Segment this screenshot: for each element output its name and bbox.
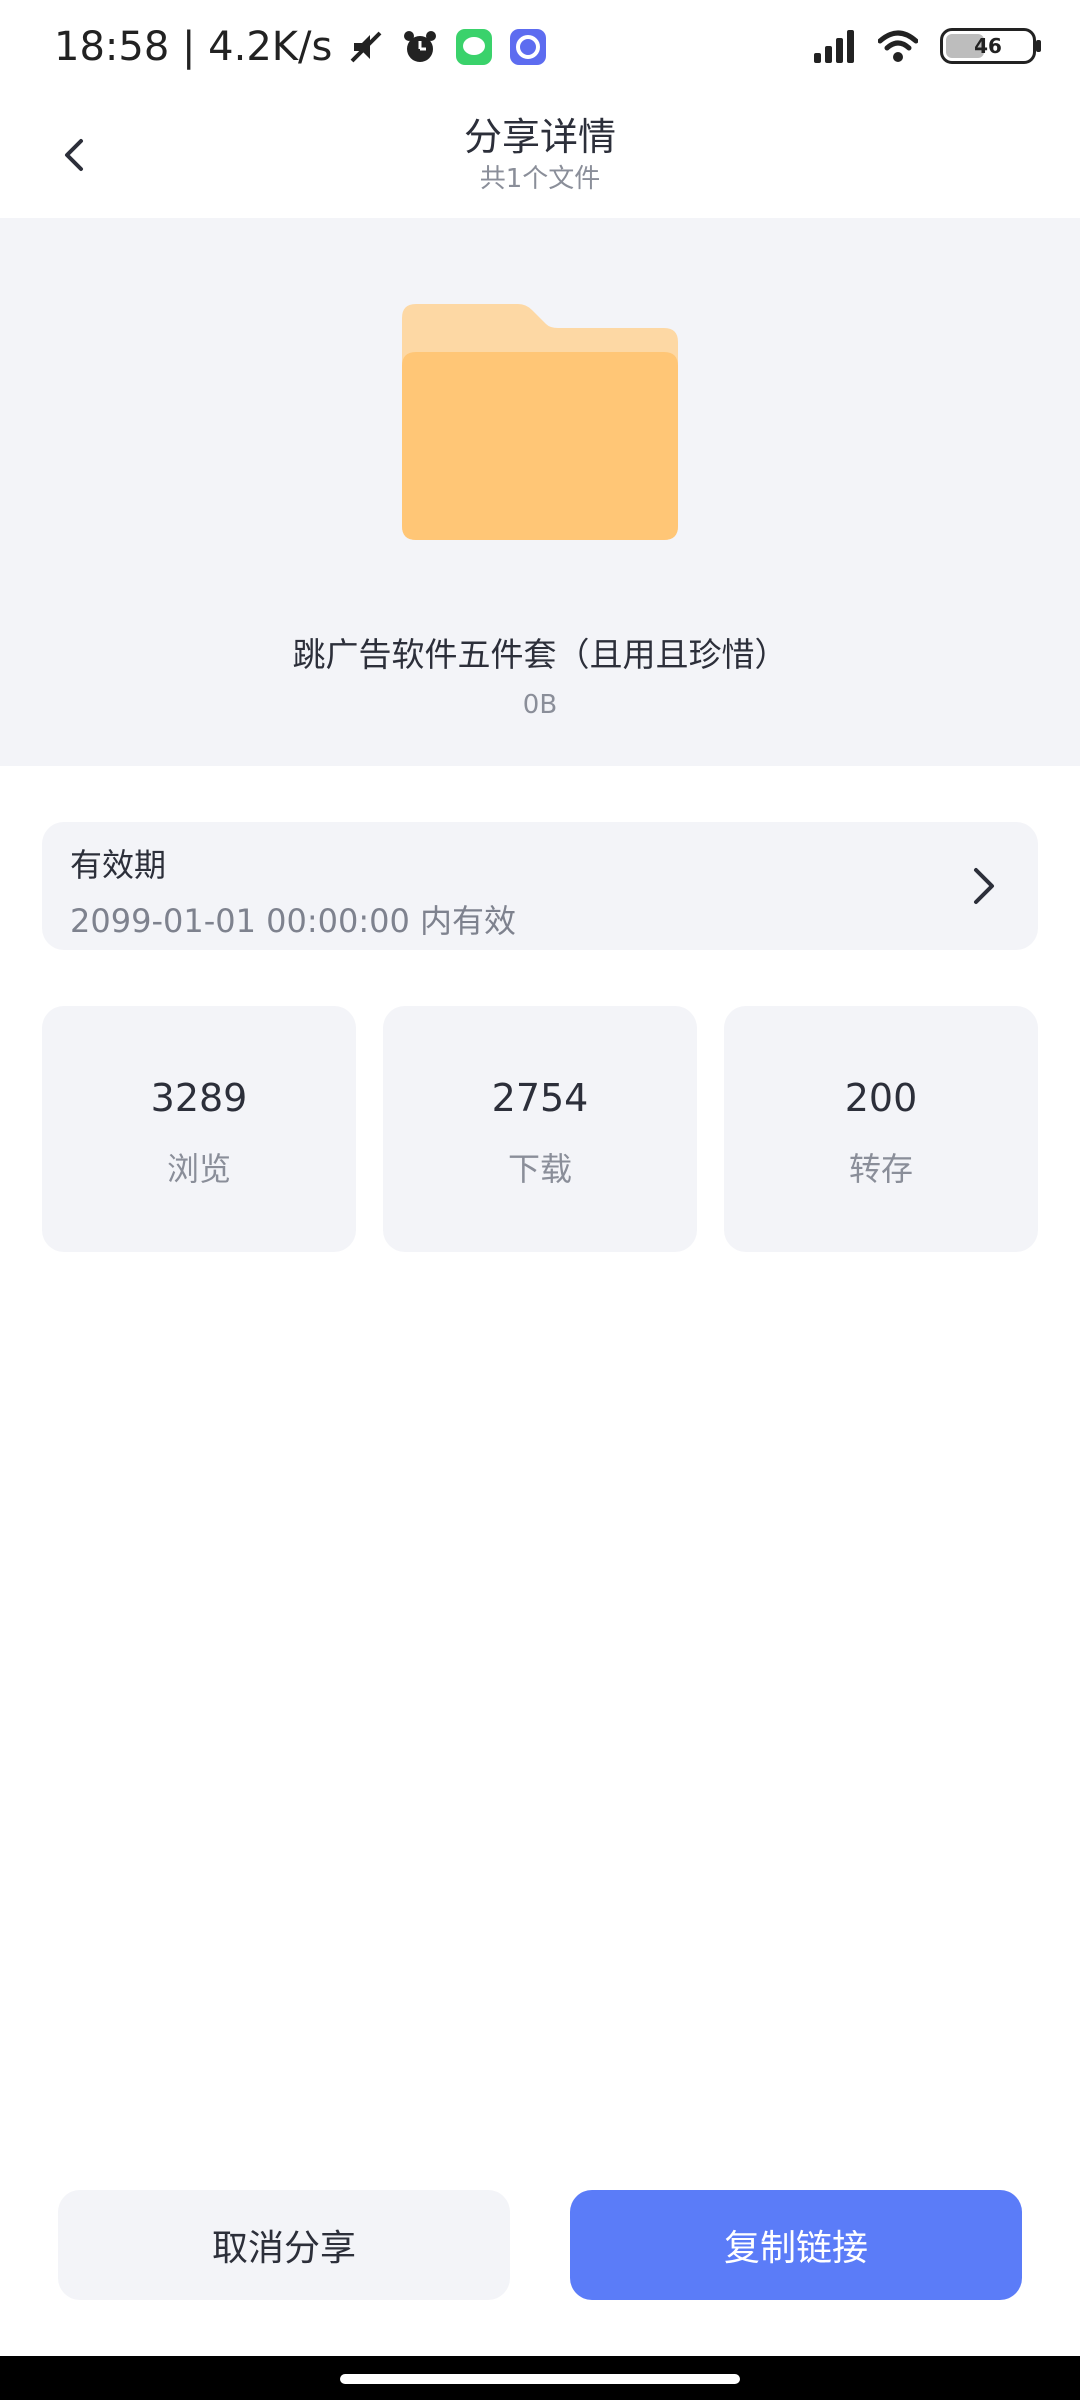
stat-label: 转存 (848, 1150, 913, 1188)
stat-value: 200 (844, 1076, 918, 1120)
battery-icon: 46 (940, 28, 1041, 64)
file-name: 跳广告软件五件套（且用且珍惜） (292, 635, 788, 674)
validity-label: 有效期 (70, 846, 167, 884)
status-right: 46 (814, 28, 1041, 64)
stat-label: 下载 (507, 1150, 572, 1188)
wifi-icon (878, 30, 918, 62)
stat-views: 3289 浏览 (42, 1006, 356, 1252)
share-stats: 3289 浏览 2754 下载 200 转存 (42, 1006, 1038, 1252)
system-nav-bar (0, 2356, 1080, 2400)
stat-label: 浏览 (166, 1150, 231, 1188)
stat-saves: 200 转存 (724, 1006, 1038, 1252)
file-hero: 跳广告软件五件套（且用且珍惜） 0B (0, 218, 1080, 766)
status-bar: 18:58 | 4.2K/s 46 (0, 0, 1080, 100)
message-app-icon (456, 29, 493, 65)
stat-value: 3289 (150, 1076, 248, 1120)
battery-level: 46 (974, 34, 1002, 58)
page-title: 分享详情 (463, 115, 616, 159)
stat-value: 2754 (491, 1076, 589, 1120)
chevron-right-icon (974, 868, 994, 904)
file-size: 0B (522, 690, 558, 720)
mute-icon (350, 31, 382, 63)
validity-value: 2099-01-01 00:00:00 内有效 (70, 902, 517, 940)
browser-app-icon (510, 29, 547, 65)
alarm-icon (404, 31, 437, 62)
validity-row[interactable]: 有效期 2099-01-01 00:00:00 内有效 (42, 822, 1038, 950)
stat-downloads: 2754 下载 (383, 1006, 697, 1252)
page-subtitle: 共1个文件 (479, 164, 601, 194)
home-indicator[interactable] (340, 2374, 740, 2384)
status-time-speed: 18:58 | 4.2K/s (54, 24, 333, 70)
signal-icon (814, 30, 854, 63)
status-left: 18:58 | 4.2K/s (54, 24, 548, 70)
copy-link-button[interactable]: 复制链接 (570, 2190, 1022, 2300)
app-header: 分享详情 共1个文件 (0, 100, 1080, 218)
cancel-share-button[interactable]: 取消分享 (58, 2190, 510, 2300)
folder-icon (402, 304, 678, 540)
